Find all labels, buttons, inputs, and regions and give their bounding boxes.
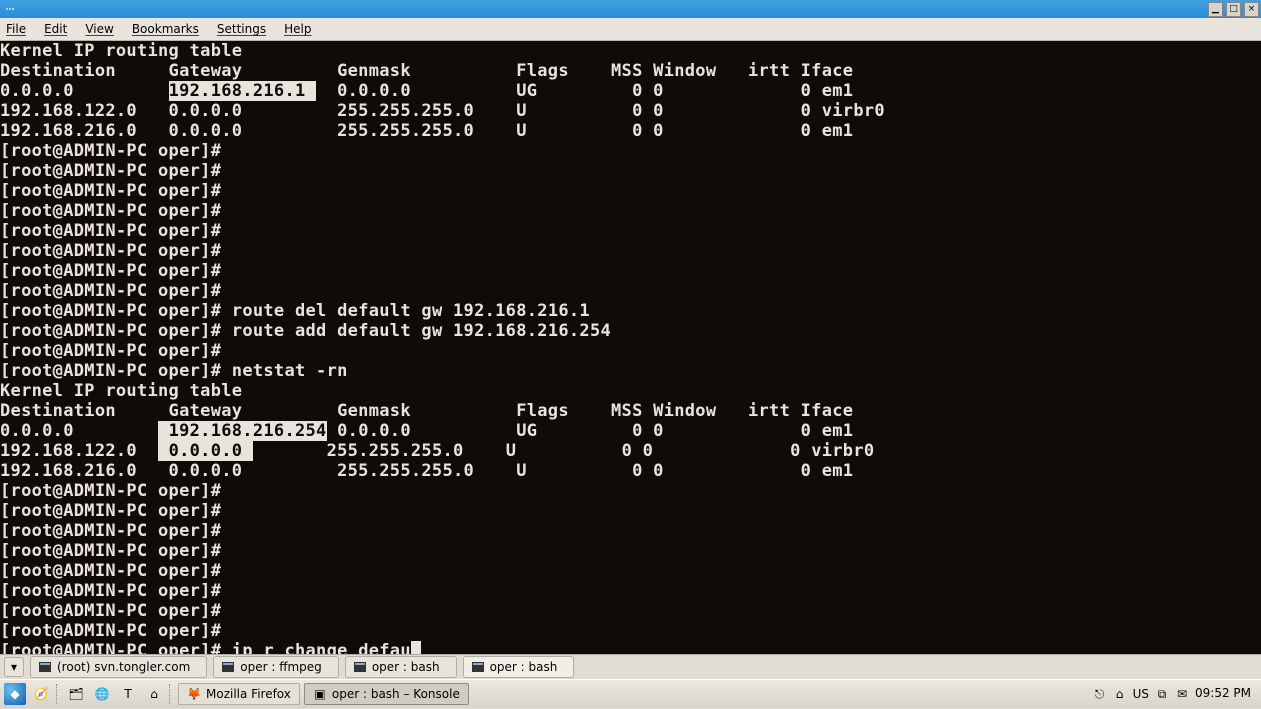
plus-icon: ▾ (11, 660, 17, 674)
tab-label: oper : bash (490, 660, 558, 674)
cmd-route-del: route del default gw 192.168.216.1 (232, 301, 590, 321)
terminal-cursor (411, 641, 422, 654)
quick-launch-icon[interactable]: T (117, 683, 139, 705)
tray-icon[interactable]: ⌂ (1113, 687, 1127, 701)
prompt-empty: [root@ADMIN-PC oper]# (0, 221, 221, 241)
firefox-icon: 🦊 (187, 687, 201, 701)
prompt-empty: [root@ADMIN-PC oper]# (0, 601, 221, 621)
prompt-empty: [root@ADMIN-PC oper]# (0, 141, 221, 161)
prompt: [root@ADMIN-PC oper]# (0, 321, 221, 341)
rt-columns2: Destination Gateway Genmask Flags MSS Wi… (0, 401, 853, 421)
tray-icon[interactable]: ⎋ (1093, 687, 1107, 701)
keyboard-layout-indicator[interactable]: US (1133, 687, 1149, 701)
terminal-tab-bash1[interactable]: oper : bash (345, 656, 457, 678)
menu-view[interactable]: View (85, 22, 113, 36)
menu-edit[interactable]: Edit (44, 22, 67, 36)
rt2-row2: 192.168.216.0 0.0.0.0 255.255.255.0 U 0 … (0, 461, 853, 481)
prompt-empty: [root@ADMIN-PC oper]# (0, 541, 221, 561)
prompt-empty: [root@ADMIN-PC oper]# (0, 181, 221, 201)
cmd-ip-change: ip r change defau (232, 641, 411, 654)
tab-label: (root) svn.tongler.com (57, 660, 190, 674)
prompt: [root@ADMIN-PC oper]# (0, 641, 221, 654)
prompt-empty: [root@ADMIN-PC oper]# (0, 281, 221, 301)
rt2-row0-gateway-highlight: 192.168.216.254 (158, 421, 327, 441)
menu-file[interactable]: File (6, 22, 26, 36)
prompt-empty: [root@ADMIN-PC oper]# (0, 241, 221, 261)
prompt-empty: [root@ADMIN-PC oper]# (0, 481, 221, 501)
cmd-route-add: route add default gw 192.168.216.254 (232, 321, 611, 341)
rt1-row1: 192.168.122.0 0.0.0.0 255.255.255.0 U 0 … (0, 101, 885, 121)
task-konsole[interactable]: ▣ oper : bash – Konsole (304, 683, 469, 705)
maximize-button[interactable]: □ (1226, 2, 1241, 17)
taskbar: ◆ 🧭 🗂 🌐 T ⌂ 🦊 Mozilla Firefox ▣ oper : b… (0, 679, 1261, 708)
close-button[interactable]: × (1244, 2, 1259, 17)
menu-settings[interactable]: Settings (217, 22, 266, 36)
prompt-empty: [root@ADMIN-PC oper]# (0, 521, 221, 541)
window-titlebar: ▁ □ × (0, 0, 1261, 18)
prompt: [root@ADMIN-PC oper]# (0, 361, 221, 381)
prompt-empty: [root@ADMIN-PC oper]# (0, 201, 221, 221)
terminal-tabbar: ▾ (root) svn.tongler.com oper : ffmpeg o… (0, 654, 1261, 679)
terminal-tab-svn[interactable]: (root) svn.tongler.com (30, 656, 207, 678)
terminal-icon (472, 662, 484, 672)
rt-columns: Destination Gateway Genmask Flags MSS Wi… (0, 61, 853, 81)
rt1-row0-gateway-highlight: 192.168.216.1 (169, 81, 317, 101)
rt2-row1-gateway-highlight: 0.0.0.0 (158, 441, 253, 461)
rt-header2: Kernel IP routing table (0, 381, 242, 401)
menu-help[interactable]: Help (284, 22, 311, 36)
prompt-empty: [root@ADMIN-PC oper]# (0, 561, 221, 581)
cmd-netstat: netstat -rn (232, 361, 348, 381)
rt1-row0a: 0.0.0.0 (0, 81, 169, 101)
task-label: Mozilla Firefox (206, 687, 291, 701)
tab-label: oper : bash (372, 660, 440, 674)
terminal-icon: ▣ (313, 687, 327, 701)
terminal-output[interactable]: Kernel IP routing table Destination Gate… (0, 41, 1261, 654)
prompt-empty: [root@ADMIN-PC oper]# (0, 501, 221, 521)
prompt-empty: [root@ADMIN-PC oper]# (0, 261, 221, 281)
terminal-tab-bash2[interactable]: oper : bash (463, 656, 575, 678)
terminal-icon (39, 662, 51, 672)
kde-launcher-icon[interactable]: ◆ (4, 683, 26, 705)
rt1-row0b: 0.0.0.0 UG 0 0 0 em1 (316, 81, 853, 101)
system-tray: ⎋ ⌂ US ⧉ ✉ 09:52 PM (1087, 687, 1257, 701)
taskbar-clock[interactable]: 09:52 PM (1195, 687, 1251, 700)
prompt: [root@ADMIN-PC oper]# (0, 301, 221, 321)
tray-icon[interactable]: ⧉ (1155, 687, 1169, 701)
clock-time: 09:52 PM (1195, 687, 1251, 700)
menu-bookmarks[interactable]: Bookmarks (132, 22, 199, 36)
titlebar-grip-icon (6, 8, 14, 10)
rt-header: Kernel IP routing table (0, 41, 242, 61)
minimize-button[interactable]: ▁ (1208, 2, 1223, 17)
tray-icon[interactable]: ✉ (1175, 687, 1189, 701)
rt2-row0b: 0.0.0.0 UG 0 0 0 em1 (327, 421, 854, 441)
rt2-row1a: 192.168.122.0 (0, 441, 158, 461)
prompt-empty: [root@ADMIN-PC oper]# (0, 621, 221, 641)
quick-launch-icon[interactable]: 🌐 (91, 683, 113, 705)
taskbar-separator (169, 684, 174, 704)
task-label: oper : bash – Konsole (332, 687, 460, 701)
prompt-empty: [root@ADMIN-PC oper]# (0, 341, 221, 361)
terminal-icon (354, 662, 366, 672)
tab-label: oper : ffmpeg (240, 660, 322, 674)
prompt-empty: [root@ADMIN-PC oper]# (0, 581, 221, 601)
rt2-row1b: 255.255.255.0 U 0 0 0 virbr0 (253, 441, 875, 461)
new-tab-button[interactable]: ▾ (4, 657, 24, 677)
rt1-row2: 192.168.216.0 0.0.0.0 255.255.255.0 U 0 … (0, 121, 853, 141)
show-desktop-icon[interactable]: 🧭 (30, 683, 52, 705)
menubar: File Edit View Bookmarks Settings Help (0, 18, 1261, 41)
prompt-empty: [root@ADMIN-PC oper]# (0, 161, 221, 181)
rt2-row0a: 0.0.0.0 (0, 421, 158, 441)
terminal-icon (222, 662, 234, 672)
quick-launch-icon[interactable]: ⌂ (143, 683, 165, 705)
task-firefox[interactable]: 🦊 Mozilla Firefox (178, 683, 300, 705)
taskbar-separator (56, 684, 61, 704)
quick-launch-icon[interactable]: 🗂 (65, 683, 87, 705)
terminal-tab-ffmpeg[interactable]: oper : ffmpeg (213, 656, 339, 678)
